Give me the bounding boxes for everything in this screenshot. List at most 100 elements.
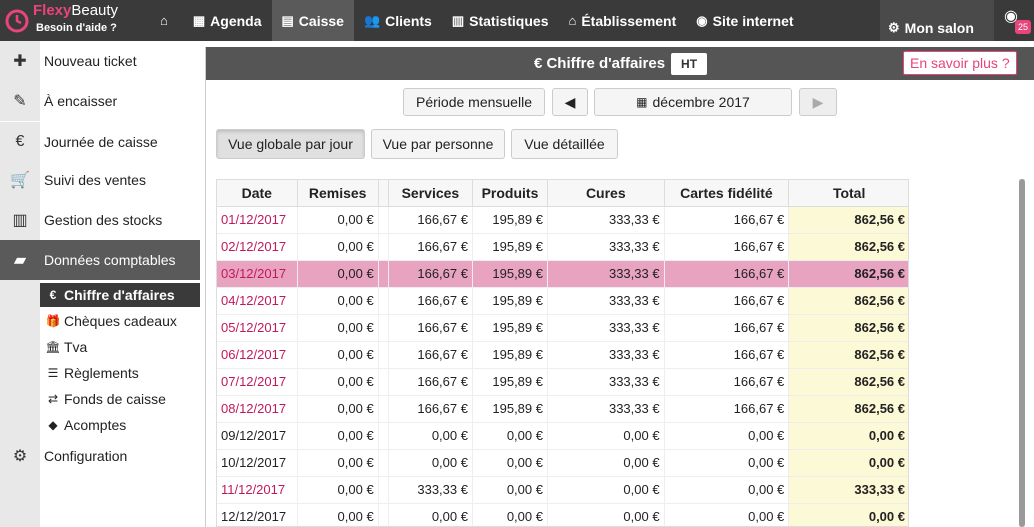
value-cell: 0,00 € [297, 206, 379, 234]
bank-icon: 🏛 [45, 340, 61, 354]
value-cell: 0,00 € [664, 503, 790, 526]
table-body: 01/12/2017 0,00 €166,67 €195,89 €333,33 €… [217, 206, 908, 526]
sidebar-item-nouveau-ticket[interactable]: ✚ Nouveau ticket [0, 41, 200, 81]
calendar-icon: ▦ [192, 12, 206, 28]
subitem-chiffre-d-affaires[interactable]: € Chiffre d'affaires [40, 283, 200, 307]
nav-etablissement[interactable]: ⌂ Établissement [558, 0, 686, 41]
subitem-reglements[interactable]: ☰ Règlements [40, 361, 200, 385]
table-row[interactable]: 06/12/2017 0,00 €166,67 €195,89 €333,33 €… [217, 341, 908, 369]
nav-statistiques[interactable]: ▥ Statistiques [442, 0, 559, 41]
nav-agenda[interactable]: ▦ Agenda [183, 0, 272, 41]
table-row[interactable]: 08/12/2017 0,00 €166,67 €195,89 €333,33 €… [217, 395, 908, 423]
table-row[interactable]: 01/12/2017 0,00 €166,67 €195,89 €333,33 €… [217, 206, 908, 234]
date-cell[interactable]: 12/12/2017 [217, 503, 298, 526]
gears-icon: ⚙ [888, 20, 900, 35]
value-cell [378, 395, 389, 423]
table-header: Date Remises Services Produits Cures Cartes f… [217, 180, 908, 207]
date-cell[interactable]: 07/12/2017 [217, 368, 298, 396]
view-global-button[interactable]: Vue globale par jour [216, 129, 365, 159]
sidebar-item-gestion-des-stocks[interactable]: ▥ Gestion des stocks [0, 200, 200, 240]
nav-site-internet[interactable]: ◉ Site internet [686, 0, 803, 41]
list-icon: ☰ [47, 366, 59, 380]
nav-caisse[interactable]: ▤ Caisse [271, 0, 354, 41]
subitem-acomptes[interactable]: ◆ Acomptes [40, 413, 200, 437]
date-cell[interactable]: 06/12/2017 [217, 341, 298, 369]
nav-clients[interactable]: 👥 Clients [354, 0, 442, 41]
date-cell[interactable]: 02/12/2017 [217, 233, 298, 261]
page-title: € Chiffre d'affaires [533, 55, 666, 72]
exchange-icon: ⇄ [47, 392, 59, 406]
value-cell: 166,67 € [388, 287, 473, 315]
help-link[interactable]: Besoin d'aide ? [36, 22, 117, 34]
salon-menu[interactable]: ⚙ Mon salon [880, 0, 994, 41]
value-cell: 333,33 € [388, 476, 473, 504]
column-header: Date [217, 180, 298, 207]
top-bar: FlexyBeauty Besoin d'aide ? ⌂ ▦ Agenda ▤ C… [0, 0, 1034, 41]
barcode-icon: ▥ [0, 200, 40, 240]
total-cell: 0,00 € [788, 503, 908, 526]
prev-month-button[interactable]: ◀ [552, 88, 588, 116]
brand[interactable]: FlexyBeauty Besoin d'aide ? [0, 0, 150, 41]
table-row[interactable]: 07/12/2017 0,00 €166,67 €195,89 €333,33 €… [217, 368, 908, 396]
date-cell[interactable]: 11/12/2017 [217, 476, 298, 504]
value-cell: 0,00 € [547, 449, 665, 477]
value-cell: 0,00 € [472, 476, 548, 504]
value-cell: 195,89 € [472, 233, 548, 261]
date-cell[interactable]: 09/12/2017 [217, 422, 298, 450]
date-cell[interactable]: 01/12/2017 [217, 206, 298, 234]
sidebar-item-journee-de-caisse[interactable]: € Journée de caisse [0, 122, 200, 162]
scrollbar-thumb[interactable] [1019, 179, 1025, 527]
date-cell[interactable]: 04/12/2017 [217, 287, 298, 315]
total-cell: 862,56 € [788, 233, 908, 261]
sidebar-item-suivi-des-ventes[interactable]: 🛒 Suivi des ventes [0, 160, 200, 200]
value-cell: 166,67 € [388, 368, 473, 396]
cart-icon: 🛒 [0, 160, 40, 200]
value-cell [378, 206, 389, 234]
column-header: Total [788, 180, 908, 207]
period-mode-button[interactable]: Période mensuelle [403, 88, 545, 116]
value-cell: 166,67 € [388, 314, 473, 342]
view-person-button[interactable]: Vue par personne [371, 129, 505, 159]
value-cell: 166,67 € [664, 368, 790, 396]
table-row[interactable]: 05/12/2017 0,00 €166,67 €195,89 €333,33 €… [217, 314, 908, 342]
total-cell: 862,56 € [788, 341, 908, 369]
ticket-plus-icon: ✚ [0, 41, 40, 81]
notifications[interactable]: ◉ 25 [1004, 6, 1032, 36]
learn-more-button[interactable]: En savoir plus ? [903, 51, 1017, 75]
table-row[interactable]: 11/12/2017 0,00 €333,33 €0,00 €0,00 €0,00… [217, 476, 908, 504]
nav-home[interactable]: ⌂ [150, 0, 183, 41]
month-picker[interactable]: ▦ décembre 2017 [594, 88, 792, 116]
date-cell[interactable]: 03/12/2017 [217, 260, 298, 288]
value-cell: 333,33 € [547, 206, 665, 234]
next-month-button[interactable]: ▶ [799, 88, 837, 116]
value-cell: 166,67 € [388, 206, 473, 234]
table-scrollbar[interactable] [1019, 179, 1025, 527]
column-header: Produits [472, 180, 548, 207]
table-row[interactable]: 03/12/2017 0,00 €166,67 €195,89 €333,33 €… [217, 260, 908, 288]
table-row[interactable]: 04/12/2017 0,00 €166,67 €195,89 €333,33 €… [217, 287, 908, 315]
sidebar-item-donnees-comptables[interactable]: ▰ Données comptables [0, 240, 200, 280]
value-cell [378, 260, 389, 288]
value-cell [378, 422, 389, 450]
table-row[interactable]: 02/12/2017 0,00 €166,67 €195,89 €333,33 €… [217, 233, 908, 261]
view-detail-button[interactable]: Vue détaillée [511, 129, 618, 159]
sidebar-item-a-encaisser[interactable]: ✎ À encaisser [0, 81, 200, 121]
table-row[interactable]: 12/12/2017 0,00 €0,00 €0,00 €0,00 €0,00 €… [217, 503, 908, 526]
date-cell[interactable]: 08/12/2017 [217, 395, 298, 423]
date-cell[interactable]: 05/12/2017 [217, 314, 298, 342]
caret-right-icon: ▶ [812, 93, 824, 110]
value-cell: 0,00 € [388, 449, 473, 477]
date-cell[interactable]: 10/12/2017 [217, 449, 298, 477]
sidebar-item-configuration[interactable]: ⚙ Configuration [0, 436, 200, 476]
sidebar-gutter [0, 280, 40, 436]
table-row[interactable]: 09/12/2017 0,00 €0,00 €0,00 €0,00 €0,00 €… [217, 422, 908, 450]
ht-toggle[interactable]: HT [671, 52, 708, 75]
euro-icon: € [49, 288, 57, 302]
home-icon: ⌂ [568, 13, 577, 28]
total-cell: 0,00 € [788, 449, 908, 477]
subitem-cheques-cadeaux[interactable]: 🎁 Chèques cadeaux [40, 309, 200, 333]
revenue-table: Date Remises Services Produits Cures Cartes f… [216, 179, 909, 527]
subitem-tva[interactable]: 🏛 Tva [40, 335, 200, 359]
subitem-fonds-de-caisse[interactable]: ⇄ Fonds de caisse [40, 387, 200, 411]
table-row[interactable]: 10/12/2017 0,00 €0,00 €0,00 €0,00 €0,00 €… [217, 449, 908, 477]
